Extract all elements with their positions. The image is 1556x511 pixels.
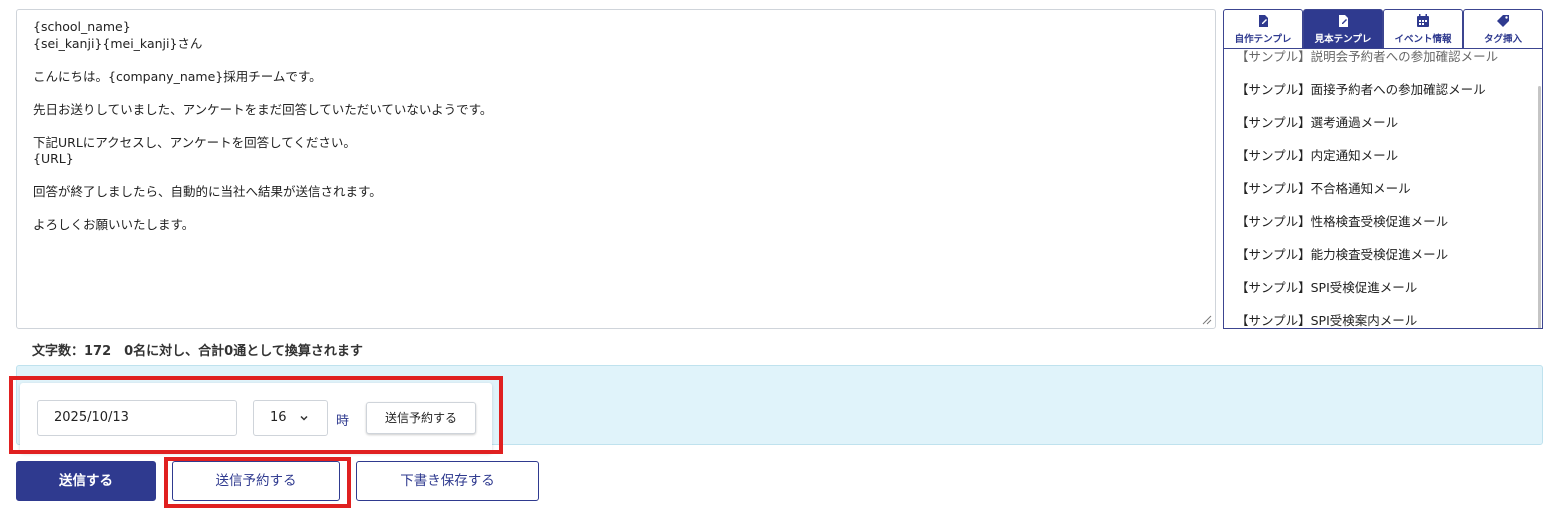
template-list: 【サンプル】説明会予約者への参加確認メール 【サンプル】面接予約者への参加確認メ… <box>1223 45 1543 329</box>
message-body-textarea[interactable]: {school_name} {sei_kanji}{mei_kanji}さんこんに… <box>16 9 1216 329</box>
message-line <box>33 168 1199 185</box>
character-count-status: 文字数：172 0名に対し、合計0通として換算されます <box>32 344 363 359</box>
reserve-send-button[interactable]: 送信予約する <box>172 461 340 501</box>
schedule-date-input[interactable]: 2025/10/13 <box>37 400 237 436</box>
chevron-down-icon <box>300 415 308 421</box>
template-item[interactable]: 【サンプル】SPI受検促進メール <box>1236 277 1417 296</box>
tab-event-info-label: イベント情報 <box>1394 34 1452 45</box>
tab-own-template-label: 自作テンプレ <box>1234 34 1292 45</box>
message-line: {school_name} <box>33 19 131 34</box>
message-line: よろしくお願いいたします。 <box>33 217 195 232</box>
tab-own-template[interactable]: 自作テンプレ <box>1223 9 1303 49</box>
schedule-hour-select[interactable]: 16 <box>253 400 328 436</box>
tab-sample-template[interactable]: 見本テンプレ <box>1303 9 1383 49</box>
message-line: 下記URLにアクセスし、アンケートを回答してください。 <box>33 134 356 150</box>
save-draft-button[interactable]: 下書き保存する <box>356 461 539 501</box>
message-line <box>33 201 1199 218</box>
message-line: {sei_kanji}{mei_kanji}さん <box>33 35 203 51</box>
message-line: 先日お送りしていました、アンケートをまだ回答していただいていないようです。 <box>33 101 493 117</box>
template-item[interactable]: 【サンプル】内定通知メール <box>1236 145 1398 164</box>
template-item[interactable]: 【サンプル】SPI受検案内メール <box>1236 310 1417 328</box>
tab-insert-tag[interactable]: タグ挿入 <box>1463 9 1543 49</box>
tab-insert-tag-label: タグ挿入 <box>1483 34 1522 45</box>
template-sample-icon <box>1339 15 1348 27</box>
schedule-reserve-button[interactable]: 送信予約する <box>366 402 476 434</box>
tab-event-info[interactable]: イベント情報 <box>1383 9 1463 49</box>
message-line <box>33 85 1199 102</box>
tab-sample-template-label: 見本テンプレ <box>1314 34 1372 45</box>
template-item[interactable]: 【サンプル】性格検査受検促進メール <box>1236 211 1448 230</box>
message-line <box>33 118 1199 135</box>
message-line: こんにちは。{company_name}採用チームです。 <box>33 68 322 84</box>
template-tabs: 自作テンプレ 見本テンプレ イベント情報 タグ挿入 <box>1223 9 1543 49</box>
template-item[interactable]: 【サンプル】選考通過メール <box>1236 112 1398 131</box>
template-item[interactable]: 【サンプル】能力検査受検促進メール <box>1236 244 1448 263</box>
scrollbar-thumb[interactable] <box>1538 86 1541 328</box>
message-line: {URL} <box>33 151 74 166</box>
send-button[interactable]: 送信する <box>16 461 156 501</box>
template-edit-icon <box>1259 15 1268 27</box>
message-line: 回答が終了しましたら、自動的に当社へ結果が送信されます。 <box>33 184 382 199</box>
message-body-text: {school_name} {sei_kanji}{mei_kanji}さんこんに… <box>33 19 1199 234</box>
resize-handle-icon[interactable] <box>1202 315 1212 325</box>
tag-icon <box>1497 15 1509 27</box>
schedule-hour-value: 16 <box>270 410 287 425</box>
template-item[interactable]: 【サンプル】不合格通知メール <box>1236 178 1411 197</box>
template-item[interactable]: 【サンプル】面接予約者への参加確認メール <box>1236 79 1486 98</box>
template-list-scrollbar[interactable] <box>1536 86 1541 328</box>
message-line <box>33 52 1199 69</box>
template-side-panel: 【サンプル】説明会予約者への参加確認メール 【サンプル】面接予約者への参加確認メ… <box>1223 9 1543 329</box>
calendar-icon <box>1417 14 1429 27</box>
hour-unit-label: 時 <box>336 414 350 429</box>
